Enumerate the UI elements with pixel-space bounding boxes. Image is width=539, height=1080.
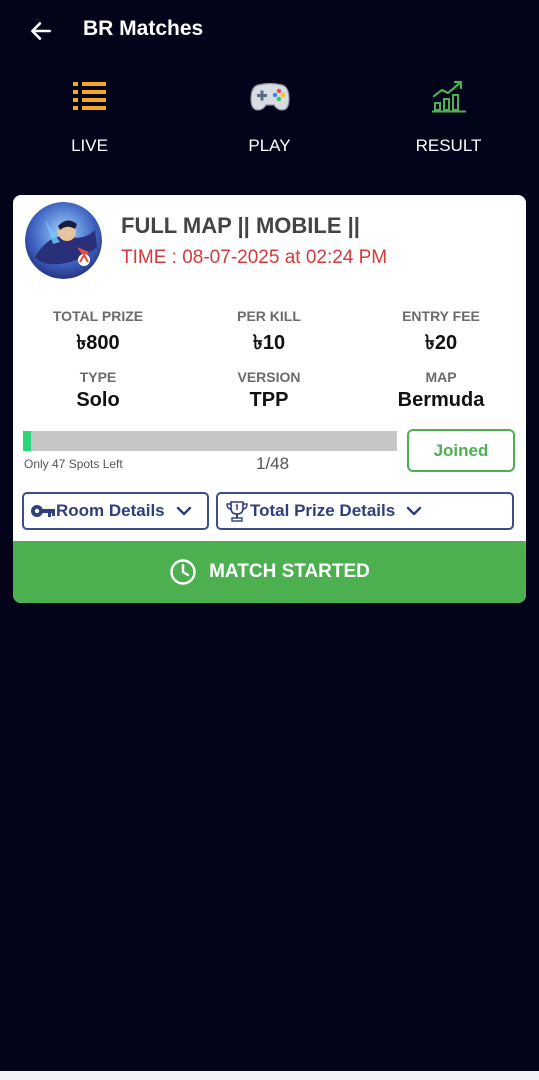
spots-count: 1/48 — [256, 454, 290, 473]
stat-value: TPP — [249, 389, 289, 411]
back-button[interactable] — [26, 16, 56, 46]
stat-label: VERSION — [237, 369, 301, 385]
stat-label: PER KILL — [237, 308, 301, 324]
page-title: BR Matches — [83, 17, 204, 40]
stat-value: ৳20 — [424, 332, 458, 354]
total-prize-details-button[interactable]: Total Prize Details — [216, 492, 514, 530]
tab-live[interactable]: LIVE — [0, 70, 179, 160]
stat-label: ENTRY FEE — [402, 308, 480, 324]
match-avatar — [25, 202, 102, 279]
total-prize-details-label: Total Prize Details — [250, 501, 396, 520]
trophy-icon — [224, 499, 250, 523]
match-started-label: MATCH STARTED — [209, 561, 370, 582]
chevron-down-icon — [175, 502, 193, 520]
match-started-bar[interactable]: MATCH STARTED — [13, 541, 526, 603]
tab-play-label: PLAY — [248, 136, 291, 155]
match-time: TIME : 08-07-2025 at 02:24 PM — [121, 247, 388, 268]
stat-value: Solo — [76, 389, 120, 411]
joined-button[interactable]: Joined — [407, 429, 515, 472]
tab-play[interactable]: PLAY — [180, 70, 359, 160]
room-details-button[interactable]: Room Details — [22, 492, 209, 530]
stat-value: Bermuda — [397, 389, 485, 411]
spots-left-text: Only 47 Spots Left — [24, 457, 123, 471]
room-details-label: Room Details — [56, 501, 165, 520]
spots-progress-fill — [23, 431, 31, 451]
key-icon — [30, 499, 56, 523]
app-header: BR Matches — [0, 0, 539, 62]
match-card[interactable]: FULL MAP || MOBILE || TIME : 08-07-2025 … — [13, 195, 526, 603]
chevron-down-icon — [405, 502, 423, 520]
gamepad-icon — [249, 78, 290, 114]
list-icon — [70, 78, 110, 114]
system-nav-strip — [0, 1071, 539, 1080]
stat-value: ৳10 — [252, 332, 286, 354]
stat-per-kill: PER KILL ৳10 — [184, 308, 354, 361]
tab-result[interactable]: RESULT — [359, 70, 538, 160]
stat-version: VERSION TPP — [184, 369, 354, 412]
tab-live-label: LIVE — [71, 136, 108, 155]
stat-label: MAP — [425, 369, 457, 385]
stat-type: TYPE Solo — [13, 369, 183, 412]
match-title: FULL MAP || MOBILE || — [121, 213, 360, 238]
tab-bar: LIVE PLAY RESULT — [0, 70, 539, 234]
tab-result-label: RESULT — [415, 136, 482, 155]
stat-label: TOTAL PRIZE — [52, 308, 144, 324]
clock-icon — [169, 558, 197, 586]
spots-progress-bar — [23, 431, 397, 451]
chart-growth-icon — [429, 78, 469, 114]
stat-total-prize: TOTAL PRIZE ৳800 — [13, 308, 183, 361]
arrow-left-icon — [31, 22, 51, 40]
stat-label: TYPE — [79, 369, 117, 385]
stat-map: MAP Bermuda — [356, 369, 526, 412]
stat-entry-fee: ENTRY FEE ৳20 — [356, 308, 526, 361]
stat-value: ৳800 — [76, 332, 120, 354]
